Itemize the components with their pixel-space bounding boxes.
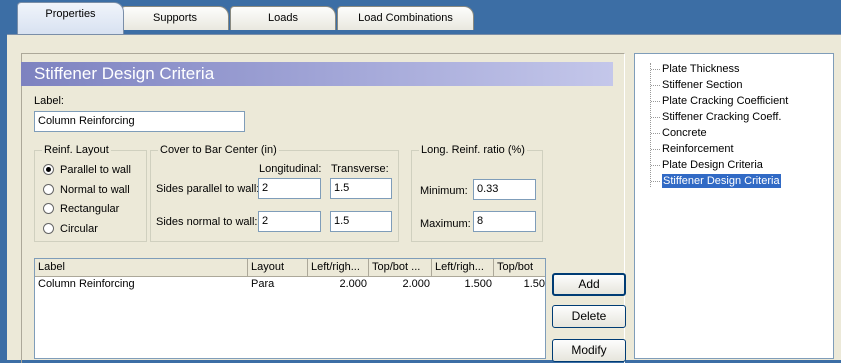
tree-item-stiffener-section[interactable]: Stiffener Section [651, 78, 743, 92]
transverse-header: Transverse: [331, 163, 389, 175]
radio-indicator [43, 222, 54, 234]
radio-label: Normal to wall [60, 184, 130, 196]
radio-label: Rectangular [60, 203, 120, 215]
column-header-label[interactable]: Label [35, 259, 248, 276]
delete-button[interactable]: Delete [552, 305, 626, 328]
radio-selected-indicator [43, 163, 54, 175]
column-header-left-right[interactable]: Left/righ... [308, 259, 369, 276]
tab-label: Properties [45, 8, 96, 20]
longitudinal-header: Longitudinal: [259, 163, 322, 175]
maximum-label: Maximum: [420, 218, 471, 230]
tab-strip: Properties Supports Loads Load Combinati… [0, 0, 841, 34]
radio-label: Circular [60, 223, 98, 235]
column-header-top-bot-2[interactable]: Top/bot [494, 259, 545, 276]
normal-transverse-input[interactable]: 1.5 [330, 211, 392, 232]
tab-label: Load Combinations [358, 12, 453, 24]
table-cell[interactable]: Para [251, 277, 306, 292]
reinf-layout-title: Reinf. Layout [42, 144, 111, 156]
radio-normal-to-wall[interactable]: Normal to wall [43, 183, 130, 196]
sides-normal-label: Sides normal to wall: [156, 216, 258, 228]
label-input[interactable]: Column Reinforcing [34, 111, 245, 132]
tree-item-stiffener-design-criteria[interactable]: Stiffener Design Criteria [651, 174, 781, 188]
tree-item-plate-design-criteria[interactable]: Plate Design Criteria [651, 158, 763, 172]
tab-supports[interactable]: Supports [121, 6, 229, 30]
maximum-input[interactable]: 8 [473, 211, 536, 232]
table-header: Label Layout Left/righ... Top/bot ... Le… [35, 259, 545, 277]
radio-indicator [43, 202, 54, 214]
reinf-layout-group: Reinf. Layout Parallel to wall Normal to… [34, 144, 147, 242]
tree-item-concrete[interactable]: Concrete [651, 126, 707, 140]
tab-load-combinations[interactable]: Load Combinations [337, 6, 474, 30]
parallel-transverse-input[interactable]: 1.5 [330, 178, 392, 199]
panel-title: Stiffener Design Criteria [21, 62, 613, 86]
column-header-top-bot[interactable]: Top/bot ... [369, 259, 432, 276]
tab-loads[interactable]: Loads [230, 6, 336, 30]
tree-item-reinforcement[interactable]: Reinforcement [651, 142, 734, 156]
tab-properties[interactable]: Properties [17, 2, 124, 34]
property-tree[interactable]: Plate Thickness Stiffener Section Plate … [634, 53, 834, 359]
tree-item-stiffener-cracking-coeff[interactable]: Stiffener Cracking Coeff. [650, 110, 781, 124]
tree-item-plate-thickness[interactable]: Plate Thickness [650, 62, 739, 76]
table-cell[interactable]: 2.000 [369, 277, 430, 292]
table-cell[interactable]: 2.000 [308, 277, 367, 292]
table-cell[interactable]: Column Reinforcing [38, 277, 248, 292]
normal-longitudinal-input[interactable]: 2 [258, 211, 321, 232]
minimum-label: Minimum: [420, 185, 468, 197]
radio-rectangular[interactable]: Rectangular [43, 202, 120, 215]
column-header-left-right-2[interactable]: Left/righ... [432, 259, 494, 276]
table-cell[interactable]: 1.50 [494, 277, 545, 292]
radio-label: Parallel to wall [60, 164, 131, 176]
criteria-table[interactable]: Label Layout Left/righ... Top/bot ... Le… [34, 258, 546, 359]
reinf-ratio-title: Long. Reinf. ratio (%) [419, 144, 527, 156]
column-header-layout[interactable]: Layout [248, 259, 308, 276]
table-cell[interactable]: 1.500 [432, 277, 492, 292]
add-button[interactable]: Add [552, 273, 626, 296]
label-caption: Label: [34, 95, 64, 107]
tab-label: Supports [152, 12, 198, 24]
radio-circular[interactable]: Circular [43, 222, 98, 235]
tree-item-plate-cracking-coefficient[interactable]: Plate Cracking Coefficient [650, 94, 788, 108]
minimum-input[interactable]: 0.33 [473, 179, 536, 200]
tab-label: Loads [268, 12, 298, 24]
cover-title: Cover to Bar Center (in) [158, 144, 279, 156]
parallel-longitudinal-input[interactable]: 2 [258, 178, 321, 199]
sides-parallel-label: Sides parallel to wall: [156, 183, 260, 195]
radio-parallel-to-wall[interactable]: Parallel to wall [43, 163, 131, 176]
radio-indicator [43, 183, 54, 195]
tree-connector [650, 63, 651, 187]
